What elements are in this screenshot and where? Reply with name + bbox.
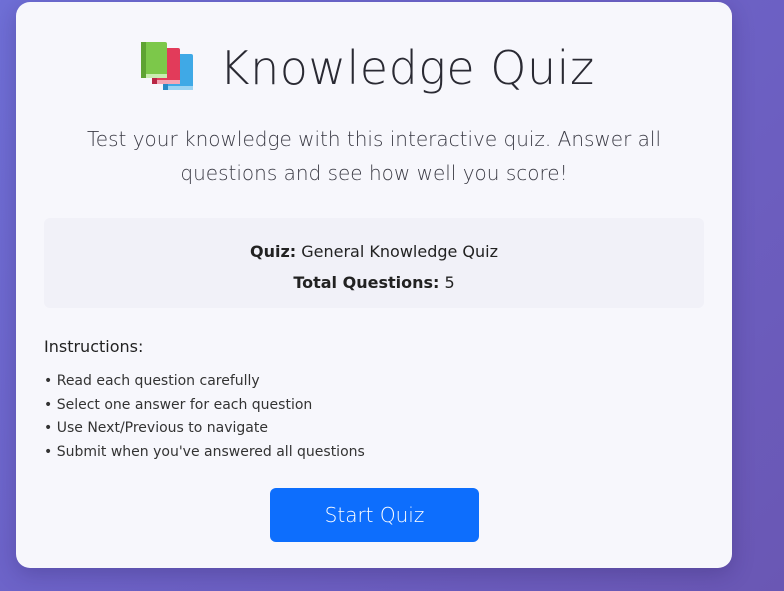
instructions-list: Read each question carefully Select one … xyxy=(44,370,365,464)
total-questions-value: 5 xyxy=(444,273,455,292)
quiz-name-label: Quiz: xyxy=(249,242,297,261)
start-quiz-button[interactable]: Start Quiz xyxy=(270,488,479,542)
instruction-item: Read each question carefully xyxy=(44,370,365,394)
header: Knowledge Quiz xyxy=(16,34,732,102)
quiz-name-row: Quiz: General Knowledge Quiz xyxy=(44,236,704,267)
instruction-item: Submit when you've answered all question… xyxy=(44,441,365,465)
quiz-description: Test your knowledge with this interactiv… xyxy=(86,127,662,185)
total-questions-row: Total Questions: 5 xyxy=(44,267,704,298)
instruction-item: Use Next/Previous to navigate xyxy=(44,417,365,441)
books-icon xyxy=(141,42,194,90)
quiz-info-box: Quiz: General Knowledge Quiz Total Quest… xyxy=(44,218,704,308)
quiz-start-card: Knowledge Quiz Test your knowledge with … xyxy=(16,2,732,568)
instruction-item: Select one answer for each question xyxy=(44,394,365,418)
page-title: Knowledge Quiz xyxy=(219,41,595,95)
total-questions-label: Total Questions: xyxy=(293,273,440,292)
quiz-name-value: General Knowledge Quiz xyxy=(301,242,499,261)
instructions-heading: Instructions: xyxy=(44,337,144,356)
